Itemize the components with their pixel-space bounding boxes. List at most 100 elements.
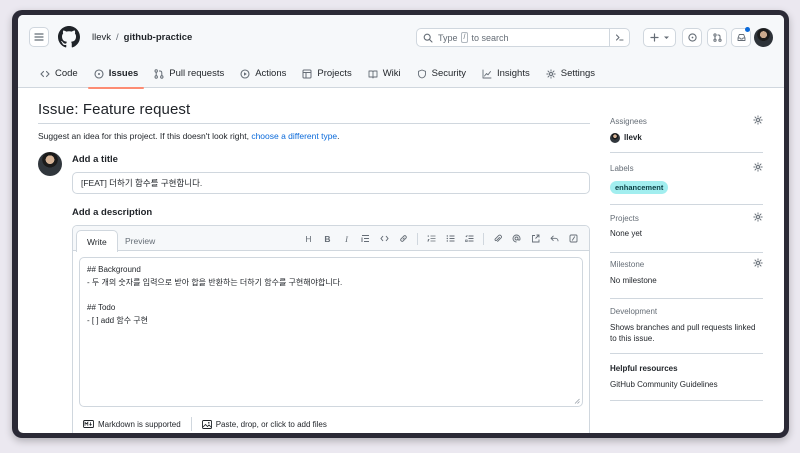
- tab-settings[interactable]: Settings: [538, 59, 603, 88]
- tab-pull-requests-label: Pull requests: [169, 68, 225, 79]
- heading-button[interactable]: H: [299, 232, 318, 245]
- toolbar-divider: [417, 232, 418, 245]
- saved-reply-button[interactable]: [545, 232, 564, 245]
- tab-security-label: Security: [431, 68, 466, 79]
- milestone-heading: Milestone: [610, 260, 645, 269]
- assignee-name: llevk: [624, 133, 642, 143]
- gear-icon: [546, 68, 556, 79]
- projects-gear-icon[interactable]: [753, 212, 763, 222]
- attach-button[interactable]: [488, 232, 507, 245]
- preview-tab[interactable]: Preview: [115, 230, 165, 252]
- labels-gear-icon[interactable]: [753, 162, 763, 172]
- slash-command-icon: [569, 234, 578, 243]
- title-label: Add a title: [72, 154, 118, 165]
- create-new-button[interactable]: [643, 28, 676, 47]
- table-icon: [302, 69, 312, 78]
- description-line: ## Todo: [87, 303, 116, 313]
- markdown-editor: Write Preview H B I ## Background - 두 개의…: [72, 225, 590, 433]
- bold-button[interactable]: B: [318, 232, 337, 245]
- search-suffix: to search: [471, 32, 509, 43]
- tab-insights-label: Insights: [496, 68, 530, 79]
- tab-issues-label: Issues: [108, 68, 139, 79]
- milestone-gear-icon[interactable]: [753, 258, 763, 268]
- tab-security[interactable]: Security: [409, 59, 474, 88]
- git-pull-request-icon: [712, 33, 722, 42]
- assignees-gear-icon[interactable]: [753, 115, 763, 125]
- assignee-item[interactable]: llevk: [610, 133, 642, 143]
- label-badge[interactable]: enhancement: [610, 181, 669, 194]
- tab-issues[interactable]: Issues: [86, 59, 147, 89]
- tab-wiki[interactable]: Wiki: [360, 59, 409, 88]
- development-value: Shows branches and pull requests linked …: [610, 323, 756, 343]
- tab-projects[interactable]: Projects: [294, 59, 359, 88]
- write-tab[interactable]: Write: [76, 230, 118, 252]
- tab-projects-label: Projects: [317, 68, 352, 79]
- description-textarea[interactable]: ## Background - 두 개의 숫자를 입력으로 받아 합을 반환하는…: [79, 257, 583, 407]
- code-icon: [40, 70, 50, 77]
- tab-insights[interactable]: Insights: [474, 59, 538, 88]
- task-list-icon: [465, 235, 474, 242]
- issue-icon: [94, 68, 104, 79]
- description-line: [87, 289, 575, 302]
- graph-icon: [482, 69, 492, 78]
- italic-button[interactable]: I: [337, 232, 356, 245]
- breadcrumb-separator: /: [116, 32, 119, 43]
- helpful-resources-section: Helpful resources GitHub Community Guide…: [610, 364, 763, 401]
- development-section: Development Shows branches and pull requ…: [610, 307, 763, 354]
- description-line: - 두 개의 숫자를 입력으로 받아 합을 반환하는 더하기 함수를 구현해야합…: [87, 277, 343, 287]
- search-input[interactable]: Type / to search: [416, 28, 630, 47]
- markdown-note: Markdown is supported: [98, 419, 181, 429]
- owner-link[interactable]: llevk: [92, 32, 111, 43]
- community-guidelines-link[interactable]: GitHub Community Guidelines: [610, 380, 718, 389]
- mention-button[interactable]: [507, 232, 526, 245]
- tab-code[interactable]: Code: [32, 59, 86, 88]
- task-list-button[interactable]: [460, 232, 479, 245]
- search-icon: [423, 33, 433, 43]
- author-avatar: [38, 152, 62, 176]
- assignees-heading: Assignees: [610, 117, 647, 126]
- code-button[interactable]: [375, 232, 394, 245]
- issue-title-input[interactable]: [FEAT] 더하기 함수를 구현합니다.: [72, 172, 590, 194]
- issues-shortcut-button[interactable]: [682, 28, 702, 47]
- command-palette-button[interactable]: [609, 28, 629, 47]
- tab-settings-label: Settings: [560, 68, 596, 79]
- link-icon: [400, 235, 407, 242]
- tab-actions[interactable]: Actions: [232, 59, 294, 88]
- formatting-toolbar: H B I: [299, 232, 583, 245]
- issue-sidebar: Assignees llevk Labels enhancement Proje…: [610, 88, 763, 433]
- inbox-icon: [737, 34, 745, 41]
- markdown-icon: [83, 420, 94, 428]
- tab-pull-requests[interactable]: Pull requests: [146, 59, 232, 88]
- link-button[interactable]: [394, 232, 413, 245]
- hamburger-icon: [34, 33, 44, 41]
- milestone-section: Milestone No milestone: [610, 258, 763, 299]
- terminal-icon: [615, 34, 624, 41]
- slash-commands-button[interactable]: [564, 232, 583, 245]
- pull-requests-shortcut-button[interactable]: [707, 28, 727, 47]
- page-title: Issue: Feature request: [38, 101, 191, 118]
- projects-value: None yet: [610, 229, 643, 238]
- quote-button[interactable]: [356, 232, 375, 245]
- repo-link[interactable]: github-practice: [124, 32, 193, 43]
- plus-icon: [649, 33, 659, 42]
- ordered-list-button[interactable]: [422, 232, 441, 245]
- resize-grip-icon[interactable]: [574, 398, 580, 404]
- search-shortcut-key: /: [460, 32, 469, 43]
- assignee-avatar: [610, 133, 620, 143]
- title-divider: [38, 123, 590, 124]
- helpful-heading: Helpful resources: [610, 364, 678, 373]
- description-line: - [ ] add 함수 구현: [87, 315, 149, 325]
- markdown-supported-link[interactable]: Markdown is supported: [83, 420, 181, 429]
- code-icon: [380, 235, 389, 242]
- attach-files-area[interactable]: Paste, drop, or click to add files: [201, 419, 327, 429]
- mention-icon: [512, 234, 521, 243]
- reference-button[interactable]: [526, 232, 545, 245]
- attach-note: Paste, drop, or click to add files: [215, 419, 327, 429]
- unordered-list-button[interactable]: [441, 232, 460, 245]
- editor-footer: Markdown is supported Paste, drop, or cl…: [73, 411, 589, 433]
- github-logo-icon[interactable]: [58, 26, 80, 48]
- menu-button[interactable]: [29, 27, 49, 47]
- choose-different-type-link[interactable]: choose a different type: [251, 131, 337, 141]
- user-avatar[interactable]: [754, 28, 773, 47]
- description-label: Add a description: [72, 207, 153, 218]
